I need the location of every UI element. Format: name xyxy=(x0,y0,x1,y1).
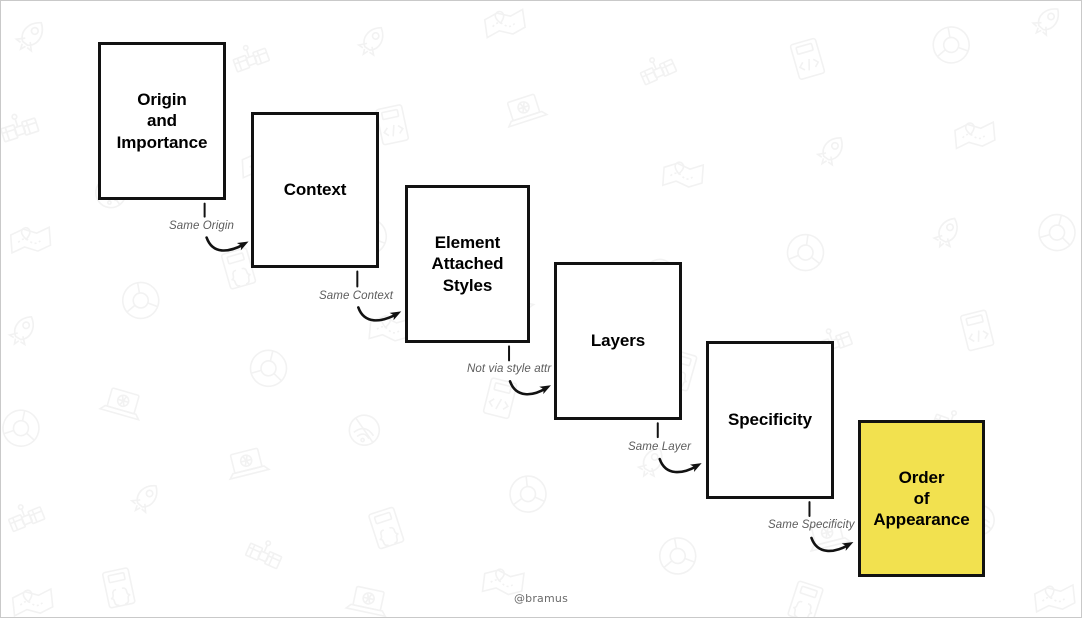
edge-label-edge-not-via-style-attr: Not via style attr xyxy=(467,363,552,375)
node-label-element-attached-styles: Element Attached Styles xyxy=(431,233,504,295)
node-specificity: Specificity xyxy=(706,341,834,499)
node-context: Context xyxy=(251,112,379,268)
diagram-nodes-layer: Origin and Importance Context Element Atta… xyxy=(1,1,1081,617)
node-layers: Layers xyxy=(554,262,682,420)
node-element-attached-styles: Element Attached Styles xyxy=(405,185,530,343)
node-label-layers: Layers xyxy=(590,331,646,351)
edge-label-edge-same-layer: Same Layer xyxy=(628,441,692,453)
node-label-specificity: Specificity xyxy=(728,410,812,430)
node-label-order-of-appearance: Order of Appearance xyxy=(873,467,970,530)
node-label-context: Context xyxy=(283,180,347,200)
node-order-of-appearance: Order of Appearance xyxy=(858,420,985,577)
node-origin-and-importance: Origin and Importance xyxy=(98,42,226,200)
author-credit: @bramus xyxy=(513,592,569,605)
diagram-canvas: Origin and Importance Context Element Atta… xyxy=(0,0,1082,618)
edge-label-edge-same-origin: Same Origin xyxy=(169,220,235,232)
edge-label-edge-same-specificity: Same Specificity xyxy=(768,519,855,531)
edge-label-edge-same-context: Same Context xyxy=(319,290,394,302)
node-label-origin-and-importance: Origin and Importance xyxy=(116,90,208,152)
